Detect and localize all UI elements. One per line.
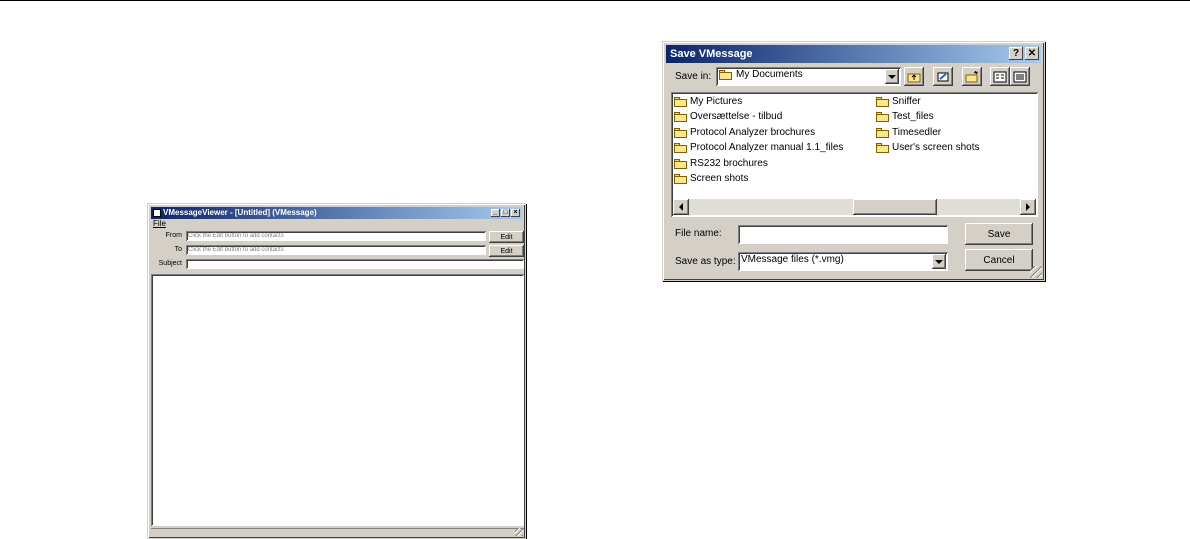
list-item[interactable]: Timesedler <box>876 127 941 138</box>
page-top-rule <box>0 0 1190 1</box>
list-item[interactable]: Protocol Analyzer brochures <box>674 127 815 138</box>
viewer-titlebar[interactable]: VMessageViewer - [Untitled] (VMessage) _… <box>151 207 522 219</box>
save-dialog-title: Save VMessage <box>670 48 753 60</box>
folder-name: My Pictures <box>690 96 743 107</box>
minimize-icon[interactable]: _ <box>491 209 500 217</box>
folder-name: Protocol Analyzer manual 1.1_files <box>690 142 844 153</box>
from-field[interactable]: Click the Edit button to add contacts <box>186 231 486 241</box>
save-vmessage-dialog: Save VMessage ? ✕ Save in: My Documents … <box>662 41 1045 281</box>
subject-label: Subject <box>158 260 182 267</box>
maximize-icon[interactable]: □ <box>501 209 510 217</box>
folder-icon <box>719 69 732 80</box>
folder-icon <box>674 142 687 153</box>
folder-icon <box>674 111 687 122</box>
resize-grip-icon[interactable] <box>1030 266 1042 278</box>
folder-icon <box>876 142 889 153</box>
desktop-icon[interactable] <box>933 67 953 86</box>
folder-icon <box>674 158 687 169</box>
folder-name: RS232 brochures <box>690 158 768 169</box>
list-view-icon[interactable] <box>990 67 1010 86</box>
list-item[interactable]: Sniffer <box>876 96 921 107</box>
save-in-dropdown[interactable]: My Documents <box>716 67 901 86</box>
file-list[interactable]: My Pictures Oversættelse - tilbud Protoc… <box>671 92 1038 217</box>
from-edit-button[interactable]: Edit <box>489 231 524 243</box>
cancel-button[interactable]: Cancel <box>965 249 1033 271</box>
list-item[interactable]: Protocol Analyzer manual 1.1_files <box>674 142 843 153</box>
folder-name: Test_files <box>892 111 934 122</box>
save-as-type-value: VMessage files (*.vmg) <box>741 254 844 265</box>
close-icon[interactable]: ✕ <box>1025 47 1039 60</box>
folder-icon <box>876 111 889 122</box>
new-folder-icon[interactable] <box>962 67 982 86</box>
close-icon[interactable]: × <box>511 209 520 217</box>
up-one-level-icon[interactable] <box>904 67 924 86</box>
viewer-title: VMessageViewer - [Untitled] (VMessage) <box>163 208 317 217</box>
list-item[interactable]: User's screen shots <box>876 142 980 153</box>
list-item[interactable]: My Pictures <box>674 96 742 107</box>
message-body[interactable] <box>151 274 524 526</box>
scroll-right-icon[interactable] <box>1020 199 1036 215</box>
save-in-value: My Documents <box>736 69 803 80</box>
folder-name: Oversættelse - tilbud <box>690 111 783 122</box>
save-as-type-label: Save as type: <box>675 256 736 267</box>
folder-name: Timesedler <box>892 127 942 138</box>
status-bar <box>151 528 524 537</box>
subject-field[interactable] <box>186 259 524 269</box>
details-view-icon[interactable] <box>1010 67 1030 86</box>
to-field[interactable]: Click the Edit button to add contacts <box>186 245 486 255</box>
list-item[interactable]: Oversættelse - tilbud <box>674 111 782 122</box>
chevron-down-icon[interactable] <box>932 254 946 269</box>
list-item[interactable]: RS232 brochures <box>674 158 768 169</box>
list-item[interactable]: Test_files <box>876 111 934 122</box>
folder-icon <box>876 96 889 107</box>
folder-icon <box>674 127 687 138</box>
viewer-menubar: File <box>153 219 166 228</box>
help-icon[interactable]: ? <box>1009 47 1023 60</box>
to-edit-button[interactable]: Edit <box>489 245 524 257</box>
resize-grip-icon[interactable] <box>515 528 523 536</box>
folder-name: Protocol Analyzer brochures <box>690 127 816 138</box>
folder-icon <box>876 127 889 138</box>
menu-file[interactable]: File <box>153 219 166 228</box>
chevron-down-icon[interactable] <box>885 69 899 84</box>
folder-name: Sniffer <box>892 96 921 107</box>
scroll-thumb[interactable] <box>853 199 937 215</box>
scroll-left-icon[interactable] <box>673 199 689 215</box>
save-button[interactable]: Save <box>965 223 1033 245</box>
app-icon <box>153 209 161 217</box>
from-label: From <box>165 232 182 239</box>
save-dialog-titlebar[interactable]: Save VMessage ? ✕ <box>666 45 1041 63</box>
to-label: To <box>174 246 182 253</box>
folder-icon <box>674 173 687 184</box>
folder-icon <box>674 96 687 107</box>
save-as-type-dropdown[interactable]: VMessage files (*.vmg) <box>738 252 948 271</box>
file-name-input[interactable] <box>738 225 948 244</box>
vmessage-viewer-window: VMessageViewer - [Untitled] (VMessage) _… <box>147 203 526 539</box>
list-item[interactable]: Screen shots <box>674 173 748 184</box>
save-in-label: Save in: <box>675 71 712 82</box>
file-name-label: File name: <box>675 228 722 239</box>
horizontal-scrollbar[interactable] <box>673 199 1036 215</box>
folder-name: User's screen shots <box>892 142 980 153</box>
folder-name: Screen shots <box>690 173 749 184</box>
